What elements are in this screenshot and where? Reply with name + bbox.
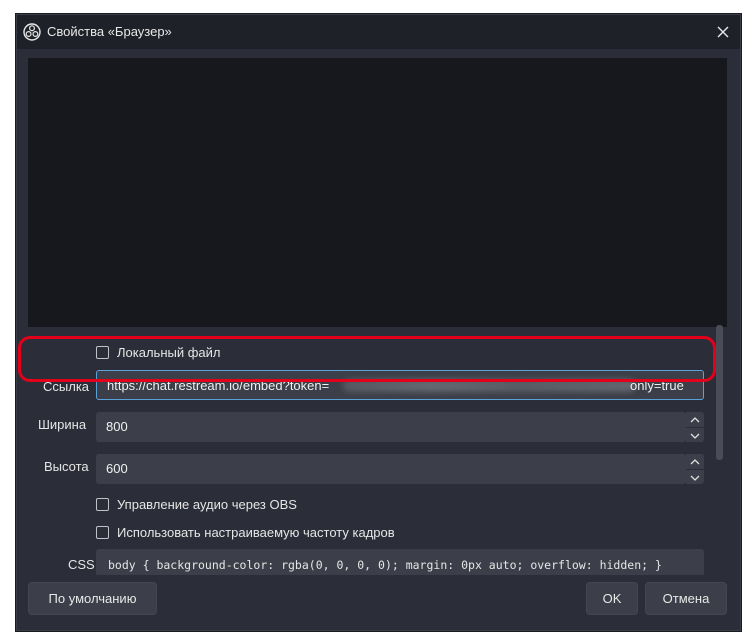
- css-label: CSS: [68, 557, 95, 572]
- checkbox-box[interactable]: [96, 345, 109, 359]
- chevron-down-icon: [690, 433, 700, 439]
- width-label: Ширина: [38, 417, 87, 432]
- css-value: body { background-color: rgba(0, 0, 0, 0…: [108, 558, 662, 572]
- audio-control-checkbox[interactable]: Управление аудио через OBS: [96, 495, 297, 513]
- height-label: Высота: [44, 459, 89, 474]
- height-increment-button[interactable]: [686, 454, 704, 469]
- height-decrement-button[interactable]: [686, 469, 704, 485]
- title-bar: Свойства «Браузер»: [17, 15, 740, 49]
- obs-logo-icon: [23, 23, 41, 41]
- close-icon: [717, 26, 729, 38]
- width-value: 800: [106, 419, 128, 434]
- chevron-up-icon: [690, 458, 700, 464]
- blurred-token: [343, 379, 635, 392]
- checkbox-box[interactable]: [96, 525, 109, 539]
- ok-button[interactable]: OK: [586, 582, 638, 615]
- url-suffix-text: only=true: [630, 378, 684, 393]
- url-input[interactable]: https://chat.restream.io/embed?token= on…: [96, 370, 704, 400]
- audio-control-label: Управление аудио через OBS: [117, 496, 297, 512]
- ok-button-label: OK: [602, 591, 622, 606]
- height-spinner[interactable]: [686, 454, 704, 484]
- height-value: 600: [106, 461, 128, 476]
- defaults-button-label: По умолчанию: [48, 591, 137, 606]
- local-file-label: Локальный файл: [117, 344, 221, 360]
- window-title: Свойства «Браузер»: [47, 24, 172, 39]
- checkbox-box[interactable]: [96, 497, 109, 511]
- css-textarea[interactable]: body { background-color: rgba(0, 0, 0, 0…: [96, 549, 704, 575]
- height-input[interactable]: 600: [96, 454, 686, 484]
- local-file-checkbox[interactable]: Локальный файл: [96, 343, 221, 361]
- chevron-up-icon: [690, 416, 700, 422]
- width-spinner[interactable]: [686, 412, 704, 442]
- close-button[interactable]: [712, 21, 734, 43]
- properties-dialog: Свойства «Браузер» Локальный файл Ссылка…: [16, 14, 741, 631]
- width-decrement-button[interactable]: [686, 427, 704, 443]
- chevron-down-icon: [690, 475, 700, 481]
- browser-preview: [28, 58, 727, 327]
- defaults-button[interactable]: По умолчанию: [28, 582, 157, 615]
- cancel-button-label: Отмена: [662, 591, 710, 606]
- width-increment-button[interactable]: [686, 412, 704, 427]
- custom-fps-checkbox[interactable]: Использовать настраиваемую частоту кадро…: [96, 523, 395, 541]
- url-label: Ссылка: [43, 379, 90, 394]
- width-input[interactable]: 800: [96, 412, 686, 442]
- url-prefix-text: https://chat.restream.io/embed?token=: [107, 378, 330, 393]
- properties-form: Локальный файл Ссылка https://chat.restr…: [17, 327, 722, 575]
- custom-fps-label: Использовать настраиваемую частоту кадро…: [117, 524, 395, 540]
- cancel-button[interactable]: Отмена: [645, 582, 727, 615]
